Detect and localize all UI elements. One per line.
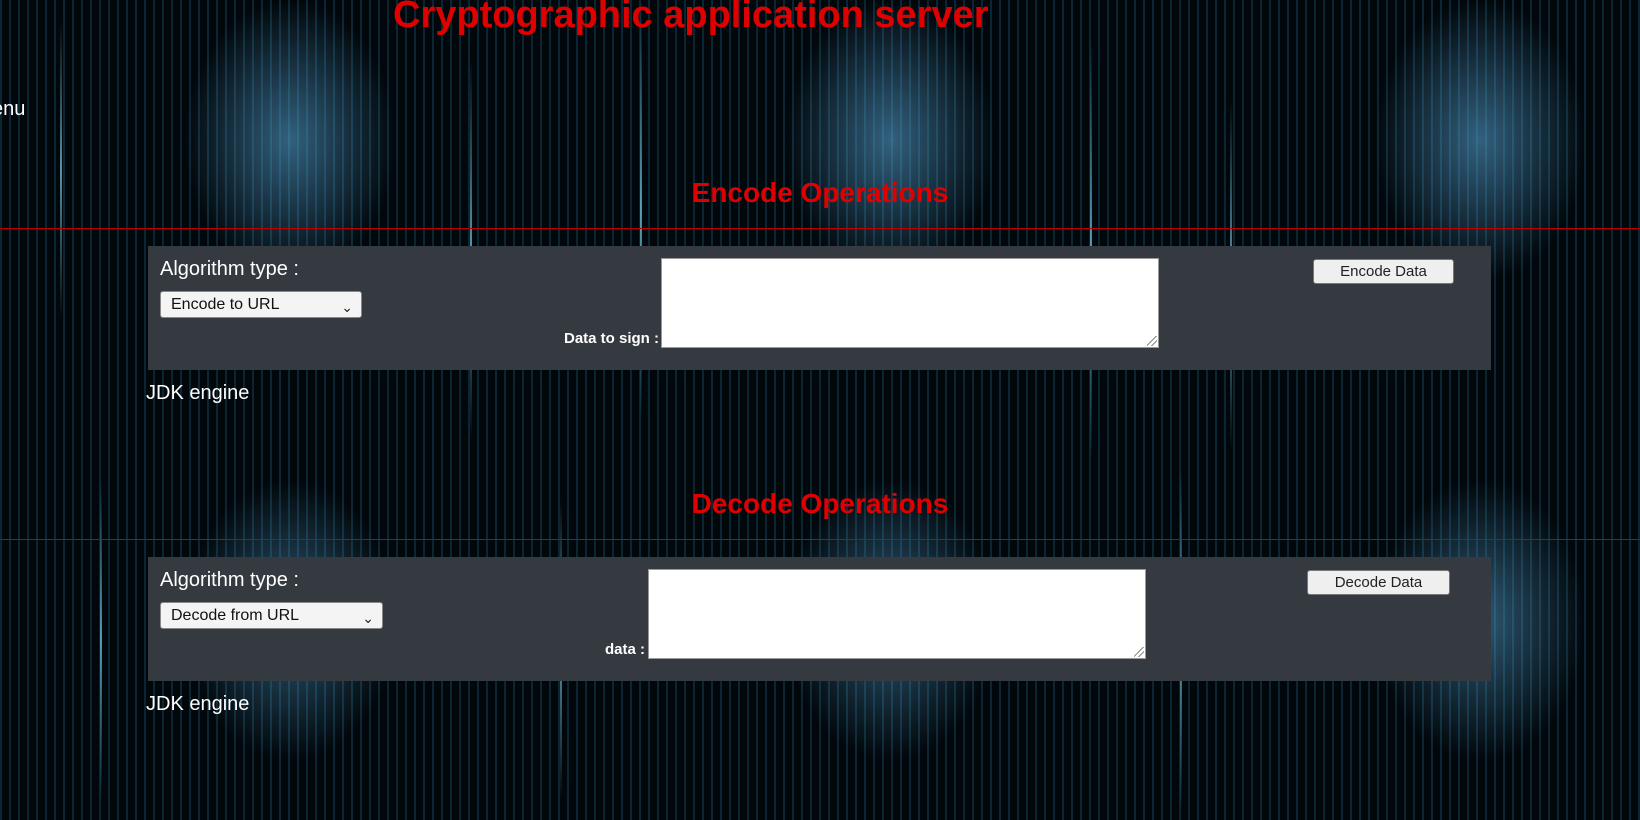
decode-divider bbox=[0, 539, 1640, 540]
encode-engine-label: JDK engine bbox=[146, 382, 250, 404]
decode-engine-label: JDK engine bbox=[146, 693, 250, 715]
decode-algorithm-value: Decode from URL bbox=[171, 607, 300, 624]
decode-data-label: data : bbox=[605, 641, 646, 658]
encode-algorithm-label: Algorithm type : bbox=[160, 258, 299, 280]
data-to-sign-label: Data to sign : bbox=[564, 330, 660, 347]
resize-grip-icon[interactable] bbox=[1147, 336, 1157, 346]
encode-algorithm-value: Encode to URL bbox=[171, 296, 280, 313]
decode-data-textarea[interactable] bbox=[648, 569, 1146, 659]
resize-grip-icon[interactable] bbox=[1134, 647, 1144, 657]
decode-algorithm-label: Algorithm type : bbox=[160, 569, 299, 591]
encode-data-button[interactable]: Encode Data bbox=[1313, 259, 1454, 284]
encode-section-title: Encode Operations bbox=[691, 177, 949, 208]
encode-algorithm-select[interactable]: Encode to URL ⌄ bbox=[160, 291, 362, 318]
encode-divider bbox=[0, 228, 1640, 229]
page-title: Cryptographic application server bbox=[393, 0, 989, 36]
decode-form: Algorithm type : Decode from URL ⌄ data … bbox=[148, 557, 1491, 681]
page: Cryptographic application server enu Enc… bbox=[0, 0, 1640, 820]
decode-data-button[interactable]: Decode Data bbox=[1307, 570, 1450, 595]
data-to-sign-textarea[interactable] bbox=[661, 258, 1159, 348]
chevron-down-icon: ⌄ bbox=[362, 610, 374, 626]
menu-toggle[interactable]: enu bbox=[0, 98, 25, 121]
decode-algorithm-select[interactable]: Decode from URL ⌄ bbox=[160, 602, 383, 629]
chevron-down-icon: ⌄ bbox=[341, 299, 353, 315]
encode-form: Algorithm type : Encode to URL ⌄ Data to… bbox=[148, 246, 1491, 370]
decode-section-title: Decode Operations bbox=[691, 488, 949, 519]
